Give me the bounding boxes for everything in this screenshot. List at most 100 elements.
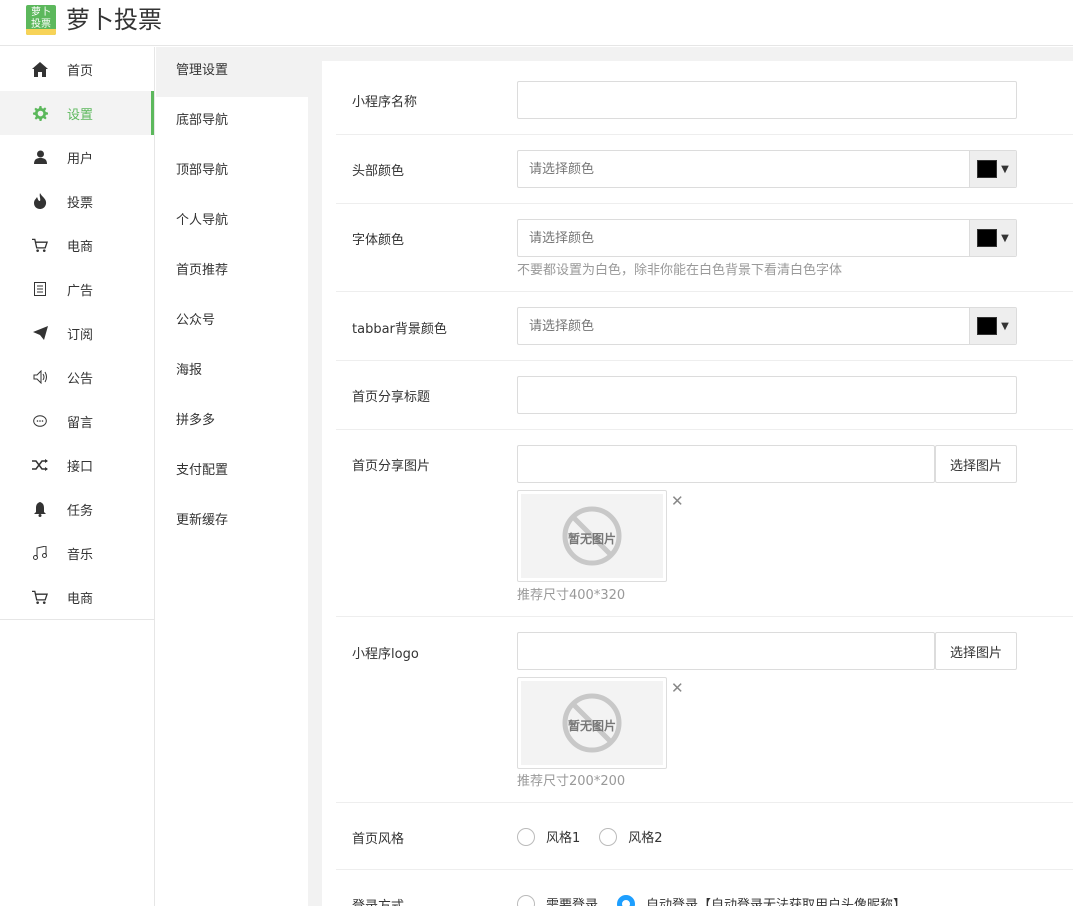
font-color-field: ▼: [517, 219, 1017, 257]
font-color-hint: 不要都设置为白色，除非你能在白色背景下看清白色字体: [517, 263, 843, 278]
home-style-radio-group: 风格1 风格2: [517, 827, 682, 846]
color-swatch: [977, 317, 998, 335]
share-image-hint: 推荐尺寸400*320: [517, 588, 626, 603]
sub-navigation: 管理设置 底部导航 顶部导航 个人导航 首页推荐 公众号 海报 拼多多 支付配置…: [156, 47, 308, 906]
color-swatch: [977, 160, 998, 178]
logo-text-line1: 萝卜: [31, 7, 51, 18]
header-color-picker-button[interactable]: ▼: [969, 151, 1016, 187]
sidebar-list: 首页 设置 用户 投票 电商 广告 订阅 公告 留言 接口 任务 音乐 电商: [0, 47, 154, 620]
header-color-field: ▼: [517, 150, 1017, 188]
style-1-radio[interactable]: [517, 827, 535, 846]
sidebar-item-label: 电商: [67, 591, 94, 607]
caret-down-icon: ▼: [1001, 163, 1009, 175]
share-image-select-button[interactable]: 选择图片: [935, 445, 1017, 483]
form-row-login-mode: 登录方式 需要登录 自动登录【自动登录无法获取用户头像昵称】: [336, 870, 1073, 906]
require-login-radio[interactable]: [517, 894, 535, 906]
require-login-label[interactable]: 需要登录: [546, 894, 598, 906]
style-1-label[interactable]: 风格1: [546, 827, 580, 846]
sidebar-item-label: 任务: [67, 503, 94, 519]
no-image-text: 暂无图片: [567, 532, 616, 546]
form-row-header-color: 头部颜色 ▼: [336, 135, 1073, 204]
auto-login-radio[interactable]: [617, 894, 636, 906]
logo-input[interactable]: [518, 633, 934, 669]
sidebar-item-notice[interactable]: 公告: [0, 355, 154, 399]
form-row-share-image: 首页分享图片 选择图片 暂无图片 ✕ 推荐尺寸400*320: [336, 430, 1073, 617]
share-image-preview: 暂无图片: [517, 490, 667, 582]
caret-down-icon: ▼: [1001, 320, 1009, 332]
sidebar-item-label: 电商: [67, 239, 94, 255]
form-row-share-title: 首页分享标题: [336, 361, 1073, 430]
share-title-field: [517, 376, 1017, 414]
top-header: 萝卜 投票 萝卜投票: [0, 0, 1073, 46]
subnav-item-bottom-nav[interactable]: 底部导航: [156, 97, 308, 147]
logo-label: 小程序logo: [352, 647, 419, 662]
color-swatch: [977, 229, 998, 247]
app-name-input[interactable]: [518, 82, 1016, 118]
share-image-field: [517, 445, 935, 483]
sidebar-item-label: 设置: [67, 107, 94, 123]
subnav-item-home-recommend[interactable]: 首页推荐: [156, 247, 308, 297]
sidebar-item-label: 留言: [67, 415, 94, 431]
subnav-item-clear-cache[interactable]: 更新缓存: [156, 497, 308, 547]
sidebar-item-home[interactable]: 首页: [0, 47, 154, 91]
logo-hint: 推荐尺寸200*200: [517, 774, 626, 789]
fire-icon: [32, 193, 48, 209]
sidebar-item-messages[interactable]: 留言: [0, 399, 154, 443]
subnav-item-manage-settings[interactable]: 管理设置: [156, 47, 308, 97]
subnav-item-poster[interactable]: 海报: [156, 347, 308, 397]
sidebar-item-ads[interactable]: 广告: [0, 267, 154, 311]
form-row-logo: 小程序logo 选择图片 暂无图片 ✕ 推荐尺寸200*200: [336, 617, 1073, 803]
sidebar-item-music[interactable]: 音乐: [0, 531, 154, 575]
sidebar: 首页 设置 用户 投票 电商 广告 订阅 公告 留言 接口 任务 音乐 电商: [0, 47, 155, 906]
subnav-item-official-account[interactable]: 公众号: [156, 297, 308, 347]
sidebar-item-vote[interactable]: 投票: [0, 179, 154, 223]
app-name-field: [517, 81, 1017, 119]
sidebar-item-label: 广告: [67, 283, 94, 299]
music-icon: [32, 545, 48, 561]
document-icon: [32, 281, 48, 297]
caret-down-icon: ▼: [1001, 232, 1009, 244]
font-color-picker-button[interactable]: ▼: [969, 220, 1016, 256]
style-2-label[interactable]: 风格2: [628, 827, 662, 846]
home-icon: [32, 61, 48, 77]
tabbar-color-field: ▼: [517, 307, 1017, 345]
font-color-input[interactable]: [518, 220, 1016, 256]
cart-icon: [32, 237, 48, 253]
remove-logo-icon[interactable]: ✕: [671, 679, 684, 697]
sidebar-item-api[interactable]: 接口: [0, 443, 154, 487]
logo-preview: 暂无图片: [517, 677, 667, 769]
subnav-item-pinduoduo[interactable]: 拼多多: [156, 397, 308, 447]
settings-form: 小程序名称 头部颜色 ▼ 字体颜色 ▼ 不要都设置为白色，除非你能在白色背景下看…: [322, 61, 1073, 906]
subnav-item-payment-config[interactable]: 支付配置: [156, 447, 308, 497]
image-placeholder: 暂无图片: [521, 494, 663, 578]
header-color-input[interactable]: [518, 151, 1016, 187]
app-logo: 萝卜 投票: [26, 5, 56, 35]
sidebar-item-label: 公告: [67, 371, 94, 387]
tabbar-color-input[interactable]: [518, 308, 1016, 344]
user-icon: [32, 149, 48, 165]
logo-select-button[interactable]: 选择图片: [935, 632, 1017, 670]
remove-share-image-icon[interactable]: ✕: [671, 492, 684, 510]
image-placeholder: 暂无图片: [521, 681, 663, 765]
sidebar-item-shop-2[interactable]: 电商: [0, 575, 154, 619]
auto-login-label[interactable]: 自动登录【自动登录无法获取用户头像昵称】: [646, 894, 906, 906]
login-mode-label: 登录方式: [352, 895, 404, 906]
logo-field: [517, 632, 935, 670]
sidebar-item-users[interactable]: 用户: [0, 135, 154, 179]
subnav-item-top-nav[interactable]: 顶部导航: [156, 147, 308, 197]
logo-stripe: [26, 29, 56, 35]
subnav-item-personal-nav[interactable]: 个人导航: [156, 197, 308, 247]
bell-icon: [32, 501, 48, 517]
sidebar-item-subscribe[interactable]: 订阅: [0, 311, 154, 355]
share-image-input[interactable]: [518, 446, 934, 482]
sidebar-item-label: 投票: [67, 195, 94, 211]
share-title-input[interactable]: [518, 377, 1016, 413]
tabbar-color-picker-button[interactable]: ▼: [969, 308, 1016, 344]
form-row-font-color: 字体颜色 ▼ 不要都设置为白色，除非你能在白色背景下看清白色字体: [336, 204, 1073, 292]
chat-icon: [32, 413, 48, 429]
form-row-home-style: 首页风格 风格1 风格2: [336, 803, 1073, 870]
sidebar-item-settings[interactable]: 设置: [0, 91, 154, 135]
sidebar-item-tasks[interactable]: 任务: [0, 487, 154, 531]
sidebar-item-shop[interactable]: 电商: [0, 223, 154, 267]
style-2-radio[interactable]: [599, 827, 618, 846]
